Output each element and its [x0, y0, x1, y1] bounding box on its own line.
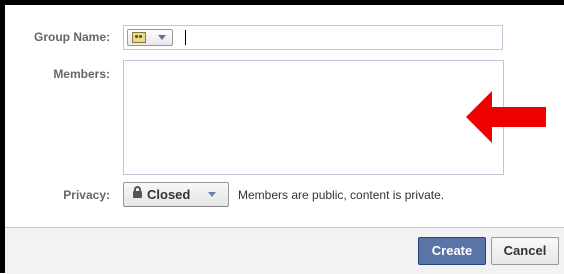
chevron-down-icon [208, 192, 216, 197]
privacy-selected-value: Closed [147, 187, 191, 202]
group-name-label: Group Name: [33, 30, 110, 44]
screenshot-border-top [0, 0, 564, 5]
privacy-dropdown[interactable]: Closed [123, 182, 229, 207]
members-label: Members: [53, 67, 110, 81]
group-name-field[interactable] [123, 25, 503, 50]
text-cursor [185, 30, 186, 45]
privacy-label: Privacy: [63, 188, 110, 202]
members-input[interactable] [123, 60, 504, 175]
lock-icon [133, 186, 142, 198]
privacy-description: Members are public, content is private. [238, 188, 445, 202]
chevron-down-icon [158, 35, 166, 40]
cancel-button[interactable]: Cancel [491, 237, 559, 265]
group-icon [132, 32, 146, 43]
create-button[interactable]: Create [418, 237, 486, 265]
red-arrow-icon [466, 91, 546, 143]
group-name-input[interactable] [182, 28, 498, 47]
group-icon-picker[interactable] [127, 29, 173, 46]
